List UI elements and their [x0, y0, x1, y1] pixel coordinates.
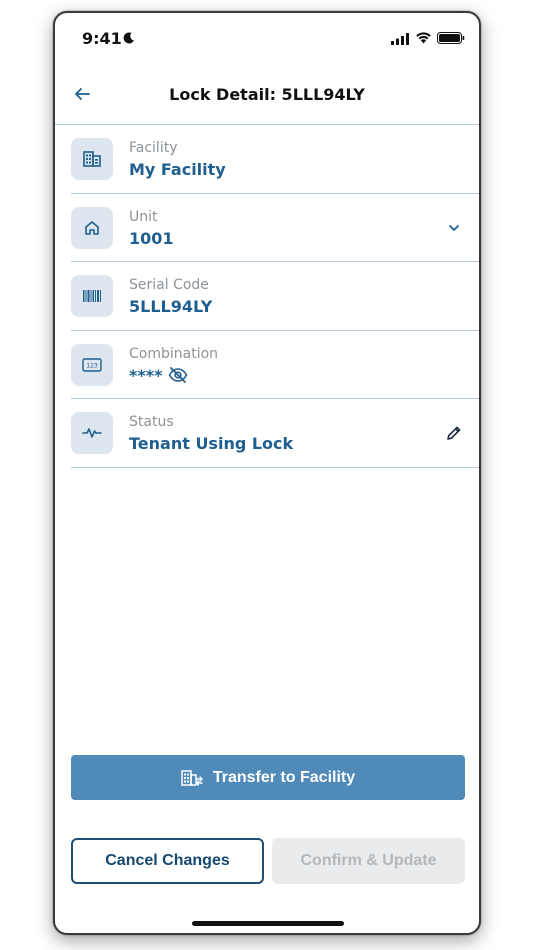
serial-code-label: Serial Code	[129, 277, 209, 293]
wifi-icon	[416, 32, 431, 44]
svg-text:123: 123	[86, 362, 98, 369]
combination-row: 123 Combination ****	[71, 331, 479, 399]
status-time: 9:41	[82, 29, 122, 48]
combination-icon-box: 123	[71, 343, 113, 386]
keypad-icon: 123	[82, 357, 102, 372]
signal-icon	[391, 33, 409, 45]
header: Lock Detail: 5LLL94LY	[55, 63, 479, 125]
unit-value: 1001	[129, 228, 174, 248]
phone-frame: 9:41 Lock Detail: 5LLL94LY Facility My F…	[53, 11, 481, 935]
home-indicator	[192, 921, 344, 926]
facility-row: Facility My Facility	[71, 125, 479, 194]
facility-value: My Facility	[129, 160, 226, 179]
chevron-down-icon[interactable]	[445, 219, 463, 237]
page-title: Lock Detail: 5LLL94LY	[169, 85, 365, 104]
facility-label: Facility	[129, 140, 178, 156]
status-value: Tenant Using Lock	[129, 434, 294, 453]
battery-icon	[437, 32, 465, 44]
status-row: Status Tenant Using Lock	[71, 399, 479, 468]
serial-code-row: Serial Code 5LLL94LY	[71, 262, 479, 331]
unit-label: Unit	[129, 208, 158, 225]
barcode-icon	[83, 290, 101, 302]
combination-value: ****	[129, 365, 163, 385]
unit-row[interactable]: Unit 1001	[71, 194, 479, 262]
facility-icon-box	[71, 138, 113, 180]
eye-off-icon[interactable]	[168, 367, 188, 383]
unit-icon-box	[71, 206, 113, 249]
serial-code-value: 5LLL94LY	[129, 297, 213, 316]
status-bar: 9:41	[55, 13, 479, 63]
home-icon	[85, 220, 99, 235]
detail-list: Facility My Facility Unit 1001 Serial Co…	[55, 125, 479, 468]
building-icon	[83, 151, 101, 167]
status-label: Status	[129, 414, 174, 430]
confirm-update-button[interactable]: Confirm & Update	[272, 838, 465, 884]
pencil-icon[interactable]	[445, 424, 463, 442]
combination-value-wrap: ****	[129, 366, 188, 385]
transfer-button-label: Transfer to Facility	[212, 768, 356, 786]
status-icon-box	[71, 412, 113, 454]
activity-icon	[82, 428, 102, 438]
moon-icon	[123, 32, 134, 44]
combination-label: Combination	[129, 345, 219, 362]
transfer-to-facility-button[interactable]: Transfer to Facility	[71, 755, 465, 800]
cancel-changes-button[interactable]: Cancel Changes	[71, 838, 264, 884]
building-transfer-icon	[181, 769, 203, 786]
serial-code-icon-box	[71, 275, 113, 317]
